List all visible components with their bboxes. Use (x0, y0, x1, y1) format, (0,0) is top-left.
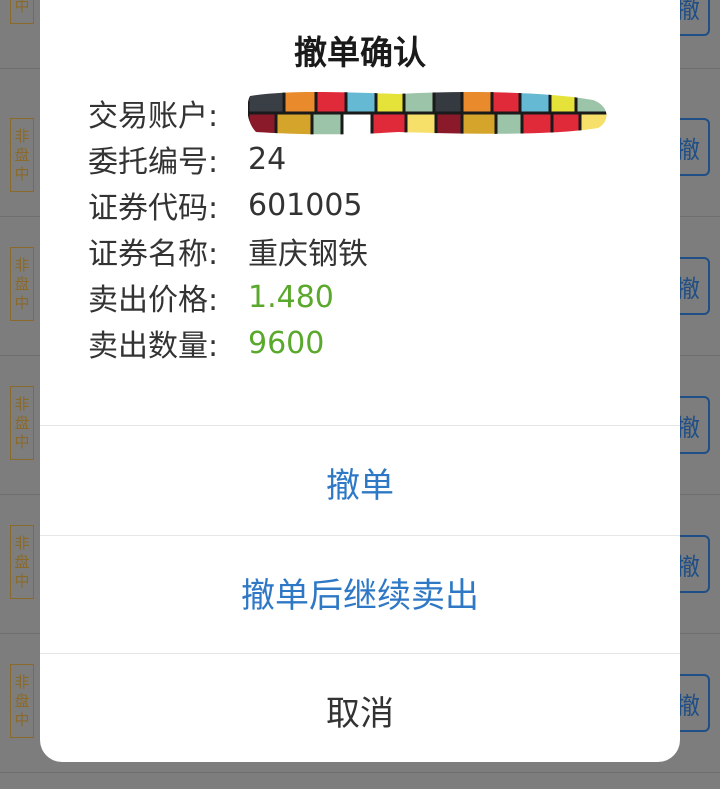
field-account: 交易账户: (88, 90, 608, 136)
field-sell-price: 卖出价格: 1.480 (88, 274, 608, 320)
field-value: 601005 (248, 187, 363, 223)
badge-char: 非 (14, 255, 30, 274)
status-badge: 非 盘 中 (10, 247, 34, 321)
field-value: 24 (248, 141, 287, 177)
field-label: 证券代码: (88, 191, 219, 226)
order-info: 交易账户: 委托编号: 24 证券代码: 601005 证券名称: 重庆钢铁 卖… (88, 90, 608, 366)
field-label: 卖出数量: (88, 329, 219, 364)
badge-char: 中 (14, 432, 30, 451)
divider (40, 535, 680, 536)
badge-char: 中 (14, 293, 30, 312)
field-label: 证券名称: (88, 237, 219, 272)
close-button[interactable]: 取消 (40, 686, 680, 735)
field-security-name: 证券名称: 重庆钢铁 (88, 228, 608, 274)
badge-char: 非 (14, 394, 30, 413)
badge-char: 非 (14, 672, 30, 691)
badge-char: 中 (14, 164, 30, 183)
redacted-account-mosaic (247, 88, 608, 138)
badge-char: 非 (14, 126, 30, 145)
badge-char: 盘 (14, 691, 30, 710)
field-value: 9600 (248, 325, 325, 361)
field-order-number: 委托编号: 24 (88, 136, 608, 182)
field-label: 卖出价格: (88, 283, 219, 318)
dialog-title: 撤单确认 (294, 33, 426, 72)
field-value: 重庆钢铁 (248, 237, 368, 272)
badge-char: 非 (14, 533, 30, 552)
badge-char: 盘 (14, 145, 30, 164)
badge-char: 中 (14, 571, 30, 590)
field-sell-quantity: 卖出数量: 9600 (88, 320, 608, 366)
badge-char: 盘 (14, 552, 30, 571)
badge-char: 盘 (14, 274, 30, 293)
badge-char: 中 (14, 0, 30, 15)
badge-char: 中 (14, 710, 30, 729)
status-badge: 非 盘 中 (10, 664, 34, 738)
divider (40, 425, 680, 426)
field-security-code: 证券代码: 601005 (88, 182, 608, 228)
status-badge: 非 盘 中 (10, 525, 34, 599)
field-label: 委托编号: (88, 145, 219, 180)
status-badge: 非 盘 中 (10, 386, 34, 460)
status-badge: 非 盘 中 (10, 118, 34, 192)
cancel-confirm-dialog: 撤单确认 交易账户: 委托编号: 24 证券代码: 601005 证券名称: 重… (40, 0, 680, 762)
divider (40, 653, 680, 654)
status-badge: 非 盘 中 (10, 0, 34, 24)
badge-char: 盘 (14, 413, 30, 432)
cancel-and-sell-button[interactable]: 撤单后继续卖出 (40, 568, 680, 617)
field-label: 交易账户: (88, 99, 219, 134)
field-value: 1.480 (248, 279, 334, 315)
cancel-order-button[interactable]: 撤单 (40, 458, 680, 507)
